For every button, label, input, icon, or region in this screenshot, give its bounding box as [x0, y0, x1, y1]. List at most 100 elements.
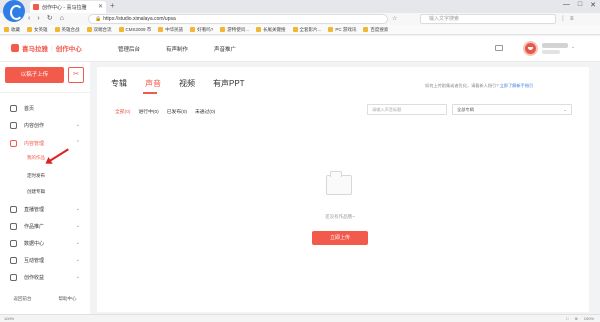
folder-icon: [118, 27, 124, 32]
tab-audio-ppt[interactable]: 有声PPT: [213, 78, 245, 89]
bookmark-item[interactable]: 好看吗?: [190, 27, 213, 33]
upload-button[interactable]: 以稿子上传: [5, 67, 64, 83]
minimize-button[interactable]: —: [563, 1, 570, 9]
browser-tab[interactable]: 创作中心 - 喜马拉雅 ✕: [30, 1, 106, 13]
tab-close-icon[interactable]: ✕: [98, 3, 103, 10]
star-icon: [4, 27, 9, 32]
help-center-link[interactable]: 帮助中心: [45, 296, 90, 302]
chevron-up-icon: ⌃: [75, 140, 80, 146]
newbie-guide-link[interactable]: 立即了解新手指引: [500, 83, 534, 88]
avatar[interactable]: [523, 41, 538, 56]
bookmark-item[interactable]: 英雄合战: [54, 27, 80, 33]
bookmark-item[interactable]: 百度搜索: [363, 27, 388, 33]
sidebar-item-label: 内容管理: [24, 140, 45, 147]
bookmark-item[interactable]: 长尾关键搜: [256, 27, 286, 33]
topnav-item[interactable]: 声音推广: [214, 45, 236, 53]
sidebar-item-label: 内容创作: [24, 122, 45, 129]
user-name-blurred: [542, 43, 568, 48]
new-tab-button[interactable]: +: [110, 1, 115, 10]
chat-icon: [10, 256, 17, 264]
topnav-item[interactable]: 有声制作: [166, 45, 188, 53]
bookmark-item[interactable]: 女英雄: [27, 27, 48, 33]
promote-icon: [10, 222, 17, 230]
sidebar-item-content-create[interactable]: 内容创作 ⌄: [0, 118, 90, 132]
bookmark-item[interactable]: CMS2009 市: [118, 27, 151, 33]
filter-all[interactable]: 全部(0): [115, 108, 130, 115]
chevron-down-icon[interactable]: ⌄: [571, 44, 575, 50]
tab-title: 创作中心 - 喜马拉雅: [42, 4, 87, 11]
close-window-button[interactable]: ✕: [590, 1, 596, 9]
bookmark-item[interactable]: 收藏: [4, 27, 20, 33]
user-id-blurred: [542, 50, 560, 54]
filter-published[interactable]: 已发布(0): [167, 108, 187, 115]
filter-rejected[interactable]: 未通过(0): [195, 108, 215, 115]
sidebar-item-label: 创作收益: [24, 274, 45, 281]
logo-brand: 喜马拉雅: [22, 46, 48, 53]
sidebar-item-promote[interactable]: 作品推广 ⌄: [0, 219, 90, 233]
filter-in-progress[interactable]: 进行中(0): [138, 108, 158, 115]
url-text: https://studio.ximalaya.com/upsa: [103, 16, 176, 22]
live-icon: [10, 205, 17, 213]
sidebar-item-home[interactable]: 首页: [0, 101, 90, 115]
folder-icon: [54, 27, 60, 32]
status-left: 100%: [4, 316, 15, 321]
bookmark-item[interactable]: 中华民族: [158, 27, 183, 33]
folder-icon: [292, 27, 298, 32]
mail-icon[interactable]: [495, 45, 503, 51]
chevron-down-icon: ⌄: [563, 107, 567, 112]
sidebar-subitem-scheduled[interactable]: 定时发布: [27, 173, 45, 179]
url-input[interactable]: 🔒 https://studio.ximalaya.com/upsa: [88, 14, 388, 24]
empty-state-text: 还没有作品哦~: [325, 214, 355, 219]
title-search-input[interactable]: 请输入声音标题: [367, 104, 447, 115]
browser-logo-icon[interactable]: [3, 0, 25, 22]
sidebar-item-label: 数据中心: [24, 240, 45, 247]
back-icon[interactable]: ‹: [28, 13, 30, 25]
forward-icon[interactable]: ›: [37, 13, 39, 25]
star-icon[interactable]: ☆: [392, 14, 397, 24]
extensions-icon[interactable]: ⋮: [560, 13, 566, 25]
album-select[interactable]: 全部专辑 ⌄: [452, 104, 572, 115]
home-icon[interactable]: ⌂: [60, 13, 64, 25]
tab-video[interactable]: 视频: [179, 78, 195, 89]
site-header: 喜马拉雅 | 创作中心 管理后台 有声制作 声音推广 ⌄: [0, 36, 600, 62]
sidebar-footer: 返回前台 帮助中心: [0, 296, 90, 302]
zoom-level[interactable]: 100%: [584, 316, 594, 321]
home-icon: [10, 104, 17, 112]
upload-now-button[interactable]: 立即上传: [312, 231, 368, 245]
window-icon[interactable]: □: [566, 316, 568, 321]
bookmark-item[interactable]: 全套影片...: [292, 27, 321, 33]
sidebar-divider: [0, 92, 90, 93]
menu-icon[interactable]: ≡: [570, 13, 574, 25]
folder-icon: [86, 27, 92, 32]
bookmark-item[interactable]: 游特使问...: [220, 27, 249, 33]
sidebar-item-interaction[interactable]: 互动管理 ⌄: [0, 253, 90, 267]
sidebar-item-label: 直播管理: [24, 206, 45, 213]
maximize-button[interactable]: □: [578, 1, 582, 9]
sidebar-item-data[interactable]: 数据中心 ⌄: [0, 236, 90, 250]
topnav-item[interactable]: 管理后台: [118, 45, 140, 53]
sidebar-item-earnings[interactable]: 创作收益 ⌄: [0, 270, 90, 284]
folder-icon: [363, 27, 369, 32]
main-panel: 专辑 声音 视频 有声PPT 如何上传剧集或者优化，请看新人指引? 立即了解新手…: [97, 67, 589, 312]
tab-audio[interactable]: 声音: [145, 78, 161, 89]
site-logo[interactable]: 喜马拉雅 | 创作中心: [11, 43, 82, 53]
sidebar-item-label: 作品推广: [24, 223, 45, 230]
folder-icon: [190, 27, 196, 32]
sidebar-item-content-manage[interactable]: 内容管理 ⌃: [0, 136, 90, 150]
scissors-icon[interactable]: ✂: [68, 67, 84, 83]
bookmark-item[interactable]: 双端合流: [86, 27, 112, 33]
coin-icon: [10, 273, 17, 281]
empty-folder-icon: [326, 171, 352, 195]
address-actions: ☆: [392, 14, 397, 24]
folder-icon: [158, 27, 164, 32]
zoom-icon[interactable]: ⊕: [574, 316, 577, 321]
logo-sub: 创作中心: [55, 46, 82, 53]
tab-album[interactable]: 专辑: [111, 78, 127, 89]
active-tab-indicator: [143, 92, 157, 94]
reload-icon[interactable]: ↻: [47, 13, 53, 25]
back-to-front-link[interactable]: 返回前台: [0, 296, 45, 302]
sidebar-subitem-create-album[interactable]: 创建专辑: [27, 189, 45, 195]
browser-search-input[interactable]: 输入文字搜索: [420, 14, 556, 24]
bookmark-item[interactable]: PC 游戏讯: [328, 27, 356, 33]
sidebar-item-live[interactable]: 直播管理 ⌄: [0, 202, 90, 216]
